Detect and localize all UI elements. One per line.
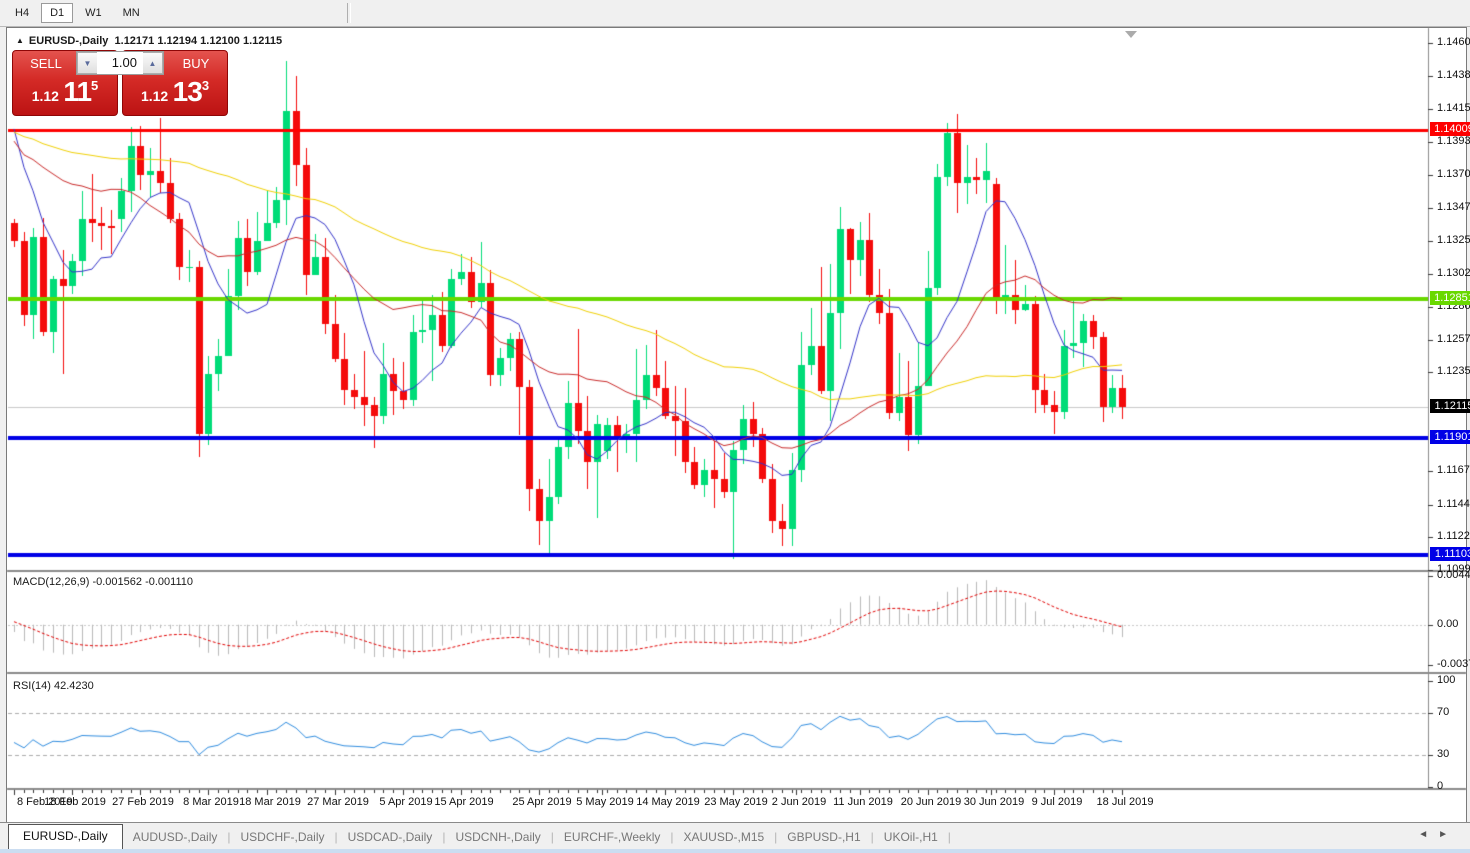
price-axis-tick: 1.13025 [1437,267,1470,279]
price-axis-tick: 1.11445 [1437,498,1470,510]
price-axis-tick: 1.13930 [1437,135,1470,147]
volume-input[interactable]: 1.00 [97,52,143,74]
date-axis-tick: 15 Apr 2019 [434,796,493,808]
date-axis-tick: 5 Apr 2019 [379,796,432,808]
date-axis-tick: 11 Jun 2019 [833,796,893,808]
date-axis-tick: 27 Feb 2019 [112,796,174,808]
date-axis-tick: 9 Jul 2019 [1032,796,1083,808]
rsi-axis-tick: 0 [1437,780,1443,792]
price-axis-tick: 1.12575 [1437,333,1470,345]
date-axis-tick: 14 May 2019 [636,796,700,808]
macd-axis-tick: -0.003715 [1437,658,1470,670]
level-price-tag: 1.11103 [1430,547,1470,561]
date-axis-tick: 27 Mar 2019 [307,796,369,808]
price-axis-tick: 1.14605 [1437,36,1470,48]
chart-shift-marker-icon[interactable] [1125,31,1137,38]
price-axis-tick: 1.13705 [1437,168,1470,180]
rsi-axis-tick: 70 [1437,706,1449,718]
date-axis-tick: 18 Feb 2019 [44,796,106,808]
sell-price-prefix: 1.12 [32,88,59,104]
buy-price-big: 13 [173,76,202,107]
buy-price-sup: 3 [202,78,209,93]
macd-label: MACD(12,26,9) -0.001562 -0.001110 [13,576,193,588]
date-axis-tick: 30 Jun 2019 [964,796,1025,808]
buy-price-prefix: 1.12 [141,88,168,104]
chart-tab-xauusd-m15[interactable]: XAUUSD-,M15 [673,826,774,849]
macd-axis-tick: 0.004465 [1437,569,1470,581]
chart-tab-usdchf-daily[interactable]: USDCHF-,Daily [231,826,335,849]
level-price-tag: 1.11901 [1430,430,1470,444]
chart-ohlc-values: 1.12171 1.12194 1.12100 1.12115 [115,35,283,47]
tab-scroll-right-icon[interactable]: ► [1438,829,1458,840]
buy-price: 1.12 133 [123,76,227,108]
sell-price: 1.12 115 [13,76,117,108]
price-axis-tick: 1.13475 [1437,201,1470,213]
chart-tab-usdcnh-daily[interactable]: USDCNH-,Daily [445,826,550,849]
sell-price-big: 11 [63,76,91,107]
date-axis-tick: 8 Mar 2019 [183,796,239,808]
price-axis-tick: 1.14155 [1437,102,1470,114]
date-axis-tick: 18 Jul 2019 [1097,796,1154,808]
price-axis-tick: 1.11220 [1437,530,1470,542]
volume-decrease-icon[interactable]: ▼ [77,52,97,74]
chart-symbol-label: EURUSD-,Daily [29,35,108,47]
price-axis-tick: 1.12350 [1437,365,1470,377]
buy-button[interactable]: BUY [165,51,227,71]
mt4-window: H4D1W1MN ▲EURUSD-,Daily 1.12171 1.12194 … [0,0,1470,853]
date-axis-tick: 18 Mar 2019 [239,796,301,808]
chart-tab-gbpusd-h1[interactable]: GBPUSD-,H1 [777,826,870,849]
level-price-tag: 1.12851 [1430,291,1470,305]
chart-tab-eurchf-weekly[interactable]: EURCHF-,Weekly [554,826,670,849]
date-axis-tick: 25 Apr 2019 [512,796,571,808]
date-axis-tick: 2 Jun 2019 [772,796,826,808]
rsi-axis-tick: 100 [1437,674,1455,686]
rsi-axis-tick: 30 [1437,748,1449,760]
sell-button[interactable]: SELL [15,51,77,71]
tab-scroll-left-icon[interactable]: ◄ [1418,829,1438,840]
tab-scroll-arrows: ◄► [1418,829,1458,840]
volume-spinner: ▼ 1.00 ▲ [76,51,164,75]
chart-tab-audusd-daily[interactable]: AUDUSD-,Daily [123,826,228,849]
chart-tabs: EURUSD-,DailyAUDUSD-,Daily | USDCHF-,Daily… [0,824,951,849]
price-axis-tick: 1.11675 [1437,464,1470,476]
price-axis-tick: 1.13250 [1437,234,1470,246]
sell-price-sup: 5 [91,78,98,93]
date-axis-tick: 23 May 2019 [704,796,768,808]
date-axis-tick: 20 Jun 2019 [901,796,962,808]
chart-canvas[interactable] [0,0,1470,853]
chart-title: ▲ EURUSD-,Daily 1.12171 1.12194 1.12100 1… [16,35,282,47]
price-axis-tick: 1.14380 [1437,69,1470,81]
macd-axis-tick: 0.00 [1437,618,1458,630]
tab-separator: | [948,830,951,849]
one-click-trading-panel: SELL 1.12 115 BUY 1.12 133 ▼ 1.00 ▲ [12,50,228,116]
chart-tab-bar: EURUSD-,DailyAUDUSD-,Daily | USDCHF-,Daily… [0,822,1470,849]
chart-tab-usdcad-daily[interactable]: USDCAD-,Daily [338,826,443,849]
volume-increase-icon[interactable]: ▲ [143,52,163,74]
chart-tab-eurusd-daily[interactable]: EURUSD-,Daily [8,824,123,849]
date-axis-tick: 5 May 2019 [576,796,633,808]
current-price-tag: 1.12115 [1430,399,1470,413]
level-price-tag: 1.14009 [1430,122,1470,136]
chart-collapse-icon[interactable]: ▲ [16,36,24,45]
chart-tab-ukoil-h1[interactable]: UKOil-,H1 [874,826,948,849]
rsi-label: RSI(14) 42.4230 [13,680,94,692]
